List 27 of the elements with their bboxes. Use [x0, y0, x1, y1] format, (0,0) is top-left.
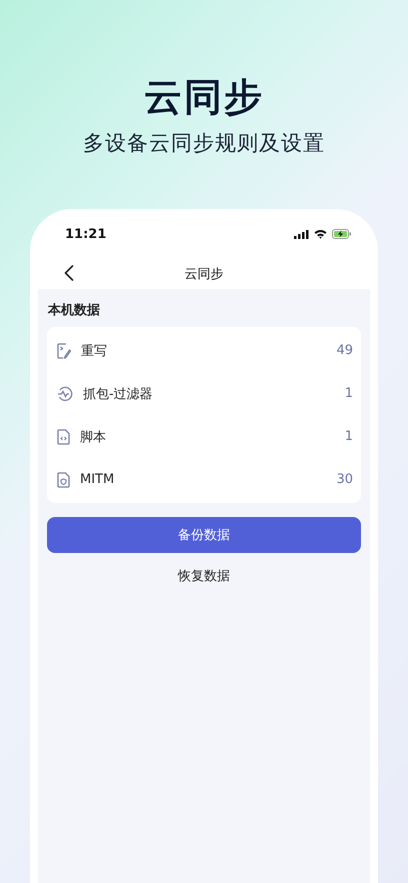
item-count: 1 — [344, 429, 353, 444]
list-item[interactable]: 脚本 1 — [47, 415, 361, 458]
item-label: 脚本 — [80, 428, 107, 446]
item-label: 抓包-过滤器 — [83, 386, 154, 402]
battery-charging-icon — [332, 229, 352, 239]
section-title: 本机数据 — [47, 302, 101, 320]
list-item[interactable]: MITM 30 — [47, 458, 361, 501]
backup-button[interactable]: 备份数据 — [47, 517, 361, 553]
headline: 云同步 — [144, 74, 264, 120]
item-count: 1 — [344, 386, 353, 401]
pulse-circle-icon — [57, 386, 73, 402]
item-label: MITM — [80, 472, 116, 487]
back-button[interactable] — [64, 265, 74, 281]
wifi-icon — [314, 229, 327, 239]
item-count: 30 — [336, 472, 353, 487]
signal-icon — [294, 230, 309, 238]
restore-button[interactable]: 恢复数据 — [168, 561, 240, 591]
code-file-icon — [57, 428, 70, 444]
list-item[interactable]: 抓包-过滤器 1 — [47, 372, 361, 415]
list-item[interactable]: 重写 49 — [47, 329, 361, 372]
item-count: 49 — [336, 343, 353, 358]
document-pen-icon — [57, 342, 71, 358]
status-time: 11:21 — [65, 226, 106, 242]
subheadline: 多设备云同步规则及设置 — [83, 130, 325, 156]
screen-title: 云同步 — [184, 266, 224, 283]
item-label: 重写 — [81, 342, 108, 360]
shield-file-icon — [57, 472, 70, 488]
